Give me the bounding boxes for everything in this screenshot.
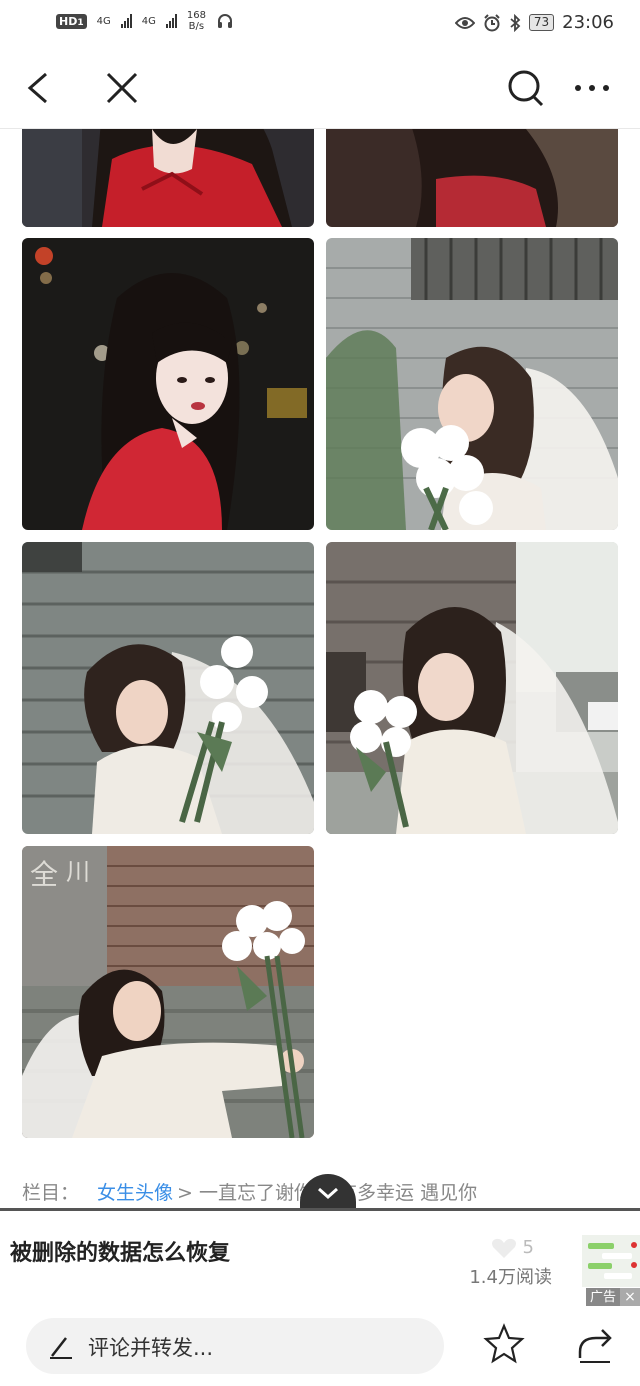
- category-label: 栏目：: [22, 1182, 80, 1204]
- image-grid: 全 川: [0, 129, 640, 1159]
- ad-likes: 5: [491, 1237, 534, 1259]
- ad-title[interactable]: 被删除的数据怎么恢复: [10, 1235, 230, 1267]
- data-speed: 168 B/s: [186, 10, 206, 32]
- photo-girl-veil-flowers-2[interactable]: [22, 542, 314, 834]
- network-indicator-1: 4G: [96, 15, 111, 27]
- favorite-button[interactable]: [482, 1322, 526, 1372]
- alarm-icon: [484, 13, 500, 31]
- status-bar: HD1 4G 4G 168 B/s 73 23:06: [0, 0, 640, 50]
- top-nav-bar: [0, 50, 640, 129]
- status-left: HD1 4G 4G 168 B/s: [56, 10, 234, 32]
- chevron-down-icon: [318, 1187, 338, 1200]
- ad-read-count: 1.4万阅读: [469, 1267, 552, 1288]
- close-button[interactable]: [100, 66, 144, 110]
- more-button[interactable]: [570, 66, 614, 110]
- share-icon: [578, 1329, 612, 1363]
- category-link[interactable]: 女生头像: [97, 1182, 173, 1204]
- search-button[interactable]: [504, 66, 548, 110]
- photo-red-dress-top-left[interactable]: [22, 129, 314, 227]
- share-button[interactable]: [574, 1322, 618, 1372]
- signal-icon: [120, 14, 132, 28]
- photo-girl-red-night[interactable]: [22, 238, 314, 530]
- svg-text:川: 川: [66, 858, 90, 886]
- eye-icon: [454, 16, 475, 29]
- status-time: 23:06: [562, 12, 614, 33]
- network-indicator-2: 4G: [141, 15, 156, 27]
- status-right: 73 23:06: [454, 12, 614, 33]
- back-button[interactable]: [16, 66, 60, 110]
- photo-girl-veil-street[interactable]: [326, 542, 618, 834]
- back-arrow-icon: [27, 72, 47, 104]
- close-icon: [106, 72, 138, 104]
- ad-close-button[interactable]: ×: [620, 1288, 640, 1307]
- hd-badge: HD1: [56, 13, 87, 29]
- battery-indicator: 73: [528, 14, 555, 31]
- star-icon: [483, 1323, 525, 1364]
- bottom-action-bar: 评论并转发...: [0, 1306, 640, 1386]
- more-dots-icon: [575, 85, 609, 91]
- svg-text:全: 全: [30, 858, 58, 891]
- headset-icon: [217, 14, 232, 28]
- comment-input[interactable]: 评论并转发...: [26, 1318, 444, 1374]
- photo-red-dress-top-right[interactable]: [326, 129, 618, 227]
- heart-icon: [491, 1238, 516, 1258]
- search-icon: [508, 70, 544, 107]
- ad-thumbnail[interactable]: [582, 1235, 640, 1287]
- comment-placeholder: 评论并转发...: [88, 1336, 214, 1360]
- signal-icon-2: [165, 14, 177, 28]
- ad-label: 广告: [585, 1288, 620, 1307]
- pen-icon: [50, 1337, 72, 1359]
- photo-girl-veil-sitting[interactable]: 全 川: [22, 846, 314, 1138]
- bluetooth-icon: [510, 13, 521, 32]
- photo-girl-veil-flowers-1[interactable]: [326, 238, 618, 530]
- ad-panel[interactable]: 被删除的数据怎么恢复 5 1.4万阅读 广告 ×: [0, 1208, 640, 1309]
